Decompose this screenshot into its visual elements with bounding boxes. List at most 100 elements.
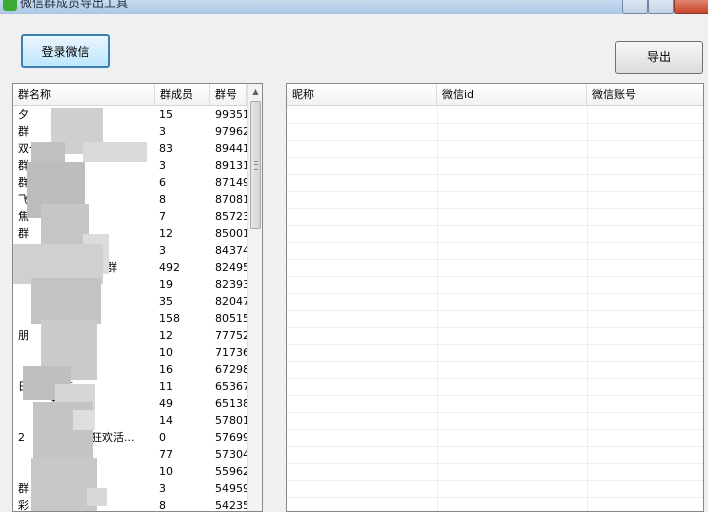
table-row[interactable]: 欢 16 67298 (13, 361, 249, 378)
group-id-cell: 54959 (215, 482, 249, 495)
grid-line (287, 446, 703, 447)
member-count-cell: 158 (159, 312, 180, 325)
group-name-cell: 动交群 (18, 261, 117, 274)
table-row[interactable]: 彩 群 8 54235 (13, 497, 249, 512)
table-row[interactable]: 2 山 狂欢活... 0 57699 (13, 429, 249, 446)
table-row[interactable]: 14 57801 (13, 412, 249, 429)
table-row[interactable]: 19 82393 (13, 276, 249, 293)
vertical-scrollbar[interactable]: ▲ (247, 84, 262, 511)
grid-column-line (587, 106, 588, 511)
group-id-cell: 54235 (215, 499, 249, 512)
col-header-group-id[interactable]: 群号 (210, 84, 247, 105)
grid-line (287, 480, 703, 481)
grid-line (287, 395, 703, 396)
table-row[interactable]: 10 71736 (13, 344, 249, 361)
group-id-cell: 99351 (215, 108, 249, 121)
table-row[interactable]: 群 49 65138 (13, 395, 249, 412)
group-name-cell: 彩 群 (18, 499, 62, 512)
table-row[interactable]: 焦 7 85723 (13, 208, 249, 225)
grid-line (287, 412, 703, 413)
group-name-cell: 群 (18, 125, 29, 138)
window-title: 微信群成员导出工具 (20, 0, 129, 10)
col-header-nickname[interactable]: 昵称 (287, 84, 437, 105)
col-header-member-count[interactable]: 群成员 (155, 84, 210, 105)
grid-line (287, 123, 703, 124)
group-name-cell: 欢 (18, 363, 73, 376)
group-id-cell: 85001 (215, 227, 249, 240)
table-row[interactable]: 群 3 97962 (13, 123, 249, 140)
table-row[interactable]: 动交群 492 82495 (13, 259, 249, 276)
scroll-thumb[interactable] (250, 101, 261, 229)
app-icon (3, 0, 17, 11)
group-name-cell: 群 (18, 176, 29, 189)
member-list[interactable]: 昵称 微信id 微信账号 (286, 83, 704, 512)
group-id-cell: 85723 (215, 210, 249, 223)
group-name-cell (18, 293, 156, 310)
group-id-cell: 97962 (215, 125, 249, 138)
login-wechat-button[interactable]: 登录微信 (21, 34, 110, 68)
close-button[interactable] (674, 0, 708, 14)
member-count-cell: 7 (159, 210, 166, 223)
col-header-wechat-account[interactable]: 微信账号 (587, 84, 703, 105)
group-rows: 夕 馆 15 99351 群 3 97962 双十 豆赞活动互赞 83 89441 群 3 89131… (13, 106, 249, 512)
group-list-header: 群名称 群成员 群号 (13, 84, 262, 106)
title-bar: 微信群成员导出工具 (0, 0, 708, 14)
table-row[interactable]: 群 77 57304 (13, 446, 249, 463)
member-count-cell: 19 (159, 278, 173, 291)
group-id-cell: 82047 (215, 295, 249, 308)
group-id-cell: 71736 (215, 346, 249, 359)
group-id-cell: 84374 (215, 244, 249, 257)
grid-line (287, 361, 703, 362)
group-list[interactable]: 群名称 群成员 群号 夕 馆 15 99351 群 3 97962 双十 豆赞活动互赞 83 8… (12, 83, 263, 512)
member-count-cell: 8 (159, 499, 166, 512)
group-name-cell: 群 (18, 159, 29, 172)
group-id-cell: 89131 (215, 159, 249, 172)
grid-column-line (437, 106, 438, 511)
grid-line (287, 276, 703, 277)
grid-line (287, 344, 703, 345)
group-name-cell: 朋 (18, 329, 29, 342)
grid-line (287, 463, 703, 464)
table-row[interactable]: 双十 豆赞活动互赞 83 89441 (13, 140, 249, 157)
group-id-cell: 67298 (215, 363, 249, 376)
group-id-cell: 57801 (215, 414, 249, 427)
group-name-cell: 群 (18, 397, 62, 410)
col-header-group-name[interactable]: 群名称 (13, 84, 155, 105)
member-count-cell: 6 (159, 176, 166, 189)
group-id-cell: 87081 (215, 193, 249, 206)
member-count-cell: 14 (159, 414, 173, 427)
group-name-cell: 2 山 狂欢活... (18, 431, 135, 444)
group-name-cell: 双十 豆赞活动互赞 (18, 142, 139, 155)
table-row[interactable]: 日 店 11 65367 (13, 378, 249, 395)
table-row[interactable]: 群 12 85001 (13, 225, 249, 242)
table-row[interactable]: 群 6 87149 (13, 174, 249, 191)
member-count-cell: 12 (159, 329, 173, 342)
table-row[interactable]: 35 82047 (13, 293, 249, 310)
export-button[interactable]: 导出 (615, 41, 703, 74)
col-header-wechat-id[interactable]: 微信id (437, 84, 587, 105)
table-row[interactable]: 朋 12 77752 (13, 327, 249, 344)
maximize-button[interactable] (648, 0, 674, 14)
grid-line (287, 429, 703, 430)
member-list-header: 昵称 微信id 微信账号 (287, 84, 703, 106)
table-row[interactable]: 交 群 10 55962 (13, 463, 249, 480)
minimize-button[interactable] (622, 0, 648, 14)
table-row[interactable]: 3 84374 (13, 242, 249, 259)
table-row[interactable]: 飞 8 87081 (13, 191, 249, 208)
table-row[interactable]: 群 3 89131 (13, 157, 249, 174)
grid-line (287, 174, 703, 175)
scroll-up-arrow-icon[interactable]: ▲ (248, 84, 262, 100)
member-grid (287, 106, 703, 511)
member-count-cell: 83 (159, 142, 173, 155)
member-count-cell: 16 (159, 363, 173, 376)
grid-line (287, 157, 703, 158)
member-count-cell: 492 (159, 261, 180, 274)
group-id-cell: 57699 (215, 431, 249, 444)
member-count-cell: 35 (159, 295, 173, 308)
group-name-cell: 群 (18, 448, 84, 461)
group-name-cell: 店A (18, 312, 92, 325)
table-row[interactable]: 店A 158 80515 (13, 310, 249, 327)
member-count-cell: 77 (159, 448, 173, 461)
table-row[interactable]: 群 3 54959 (13, 480, 249, 497)
table-row[interactable]: 夕 馆 15 99351 (13, 106, 249, 123)
